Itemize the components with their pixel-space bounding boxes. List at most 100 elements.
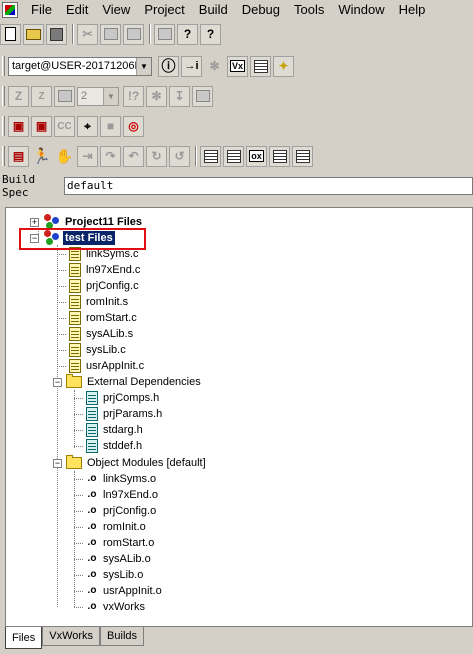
- running-man-icon: 🏃: [32, 148, 51, 165]
- chevron-down-icon[interactable]: ▼: [103, 87, 118, 105]
- tree-item-file[interactable]: sysLib.c: [57, 342, 128, 358]
- dependencies-button[interactable]: ⌖: [77, 115, 98, 137]
- collapse-icon[interactable]: −: [53, 458, 62, 468]
- memory-button[interactable]: [269, 145, 290, 167]
- save-button[interactable]: [46, 23, 67, 45]
- step-over-button[interactable]: ↷: [100, 145, 121, 167]
- print-button[interactable]: [154, 23, 175, 45]
- tree-item-label: prjConfig.c: [86, 280, 139, 292]
- step-into-button[interactable]: ⇥: [77, 145, 98, 167]
- list-button[interactable]: [192, 85, 213, 107]
- tree-item-object[interactable]: .o sysALib.o: [74, 551, 153, 567]
- lock-icon: ▣: [35, 119, 48, 133]
- backtrace-button[interactable]: [292, 145, 313, 167]
- open-button[interactable]: [23, 23, 44, 45]
- backtrace-icon: [295, 149, 310, 163]
- debugger-button[interactable]: ▤: [8, 145, 29, 167]
- annotation-highlight: [19, 228, 146, 250]
- tree-item-file[interactable]: romStart.c: [57, 310, 139, 326]
- tab-files[interactable]: Files: [5, 627, 43, 649]
- dependencies-icon: ⌖: [84, 118, 91, 133]
- context-help-button[interactable]: ?: [200, 23, 221, 45]
- stop-button[interactable]: ✋: [54, 146, 75, 167]
- tree-item-object[interactable]: .o prjConfig.o: [74, 503, 158, 519]
- toolbar-grip[interactable]: [2, 56, 5, 76]
- tree-item-object[interactable]: .o sysLib.o: [74, 567, 145, 583]
- paste-button[interactable]: [123, 23, 144, 45]
- breakpoint-button[interactable]: ✻: [146, 85, 167, 107]
- tree-item-label: ln97xEnd.o: [103, 489, 159, 501]
- download-button[interactable]: ■: [100, 115, 121, 137]
- menu-help[interactable]: Help: [392, 0, 433, 20]
- tree-item-object[interactable]: .o romInit.o: [74, 519, 148, 535]
- app-icon[interactable]: [2, 2, 18, 18]
- target-select[interactable]: target@USER-20171206F ▼: [8, 56, 152, 76]
- tree-item-external-dependencies[interactable]: − External Dependencies: [53, 374, 203, 390]
- cc-button[interactable]: CC: [54, 115, 75, 137]
- tree-item-file[interactable]: prjConfig.c: [57, 278, 141, 294]
- tree-item-object[interactable]: .o vxWorks: [74, 599, 147, 615]
- tree-item-header[interactable]: prjParams.h: [74, 406, 164, 422]
- continue-button[interactable]: ↻: [146, 145, 167, 167]
- menu-debug[interactable]: Debug: [235, 0, 287, 20]
- tree-item-object-modules[interactable]: − Object Modules [default]: [53, 455, 208, 471]
- browser-button[interactable]: ✻: [204, 56, 225, 77]
- build-lock-button[interactable]: ▣: [31, 115, 52, 137]
- menu-view[interactable]: View: [95, 0, 137, 20]
- tree-item-header[interactable]: stdarg.h: [74, 422, 145, 438]
- tree-item-object[interactable]: .o usrAppInit.o: [74, 583, 164, 599]
- return-button[interactable]: ↺: [169, 145, 190, 167]
- tree-item-file[interactable]: sysALib.s: [57, 326, 135, 342]
- expand-icon[interactable]: +: [30, 217, 39, 227]
- tree-connector: [57, 318, 66, 319]
- tree-item-label: sysLib.c: [86, 344, 126, 356]
- menu-project[interactable]: Project: [137, 0, 191, 20]
- new-file-button[interactable]: [0, 23, 21, 45]
- tree-item-header[interactable]: prjComps.h: [74, 390, 161, 406]
- menu-build[interactable]: Build: [192, 0, 235, 20]
- chevron-down-icon[interactable]: ▼: [136, 57, 151, 75]
- step-out-button[interactable]: ↶: [123, 145, 144, 167]
- target-info-button[interactable]: ⓘ: [158, 55, 179, 77]
- step-button[interactable]: ↧: [169, 85, 190, 107]
- tree-connector: [74, 511, 83, 512]
- target-bullseye-button[interactable]: ◎: [123, 115, 144, 137]
- registers-button[interactable]: ox: [246, 145, 267, 167]
- watch-button[interactable]: [200, 145, 221, 167]
- windview-button[interactable]: [250, 55, 271, 77]
- menu-window[interactable]: Window: [331, 0, 391, 20]
- vxsim-button[interactable]: Vx: [227, 55, 248, 77]
- tree-item-object[interactable]: .o ln97xEnd.o: [74, 487, 160, 503]
- tree-item-file[interactable]: romInit.s: [57, 294, 130, 310]
- shell-button[interactable]: ✦: [273, 55, 294, 77]
- find-help-button[interactable]: !?: [123, 85, 144, 107]
- block-button[interactable]: [54, 85, 75, 107]
- run-button[interactable]: 🏃: [31, 146, 52, 167]
- collapse-icon[interactable]: −: [53, 377, 62, 387]
- tab-builds[interactable]: Builds: [100, 627, 145, 646]
- tab-vxworks[interactable]: VxWorks: [42, 627, 101, 646]
- copy-button[interactable]: [100, 23, 121, 45]
- variables-button[interactable]: [223, 145, 244, 167]
- toolbar-grip[interactable]: [2, 86, 5, 106]
- toolbar-grip[interactable]: [2, 116, 5, 136]
- build-target-button[interactable]: ▣: [8, 115, 29, 137]
- z-button-1[interactable]: Z: [8, 85, 29, 107]
- tree-connector: [57, 350, 66, 351]
- z-button-2[interactable]: Z: [31, 85, 52, 107]
- menu-tools[interactable]: Tools: [287, 0, 331, 20]
- tree-item-file[interactable]: usrAppInit.c: [57, 358, 146, 374]
- tree-item-file[interactable]: ln97xEnd.c: [57, 262, 142, 278]
- tree-item-header[interactable]: stddef.h: [74, 438, 144, 454]
- menu-edit[interactable]: Edit: [59, 0, 95, 20]
- cut-button[interactable]: ✂: [77, 23, 98, 45]
- help-button[interactable]: ?: [177, 23, 198, 45]
- tree-item-object[interactable]: .o linkSyms.o: [74, 471, 158, 487]
- number-select[interactable]: 2 ▼: [77, 86, 119, 106]
- menu-file[interactable]: File: [24, 0, 59, 20]
- connect-target-button[interactable]: →i: [181, 55, 202, 77]
- build-spec-field[interactable]: default: [64, 177, 473, 195]
- tree-item-object[interactable]: .o romStart.o: [74, 535, 156, 551]
- toolbar-grip[interactable]: [2, 146, 5, 166]
- tree-connector: [57, 334, 66, 335]
